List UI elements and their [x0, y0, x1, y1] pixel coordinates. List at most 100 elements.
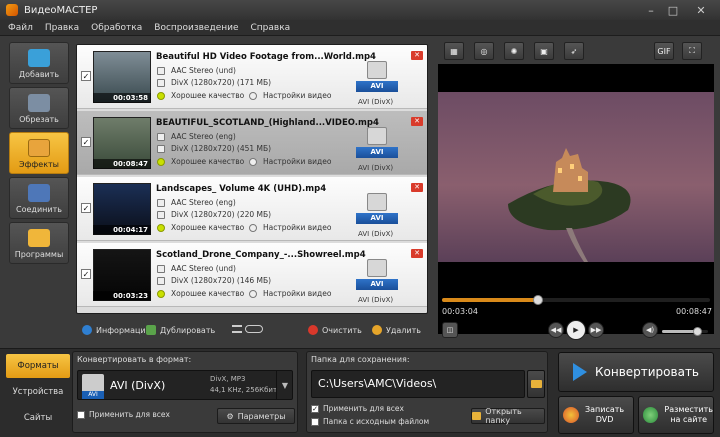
file-row[interactable]: ✓ 00:08:47 BEAUTIFUL_SCOTLAND_(Highland.…: [77, 111, 427, 175]
tab-formats[interactable]: Форматы: [6, 354, 70, 378]
volume-button[interactable]: ◀): [642, 322, 658, 338]
crop-tool-button[interactable]: ▦: [444, 42, 464, 60]
parameters-button[interactable]: ⚙ Параметры: [217, 408, 295, 424]
source-folder-checkbox[interactable]: Папка с исходным файлом: [311, 417, 429, 426]
menu-processing[interactable]: Обработка: [91, 23, 142, 33]
gif-button[interactable]: GIF: [654, 42, 674, 60]
window-title: ВидеоМАСТЕР: [24, 4, 98, 16]
file-checkbox[interactable]: ✓: [81, 137, 91, 147]
remove-file-button[interactable]: ✕: [411, 117, 423, 126]
convert-button[interactable]: Конвертировать: [558, 352, 714, 392]
convert-label: Конвертировать: [594, 365, 699, 379]
file-name: Landscapes_ Volume 4K (UHD).mp4: [156, 184, 327, 194]
sidebar-trim-button[interactable]: Обрезать: [9, 87, 69, 129]
info-button[interactable]: Информация: [82, 325, 150, 335]
publish-button[interactable]: Разместить на сайте: [638, 396, 714, 434]
format-badge: AVI: [356, 81, 398, 92]
video-settings-link[interactable]: Настройки видео: [249, 157, 331, 166]
remove-file-button[interactable]: ✕: [411, 183, 423, 192]
apply-all-format-checkbox[interactable]: Применить для всех: [77, 410, 170, 419]
next-button[interactable]: ▶▶: [588, 322, 604, 338]
sidebar-add-button[interactable]: Добавить: [9, 42, 69, 84]
brightness-tool-button[interactable]: ✺: [504, 42, 524, 60]
next-icon: ▶▶: [590, 326, 602, 334]
format-selector[interactable]: AVI AVI (DivX) DivX, MP3 44,1 KHz, 256Кб…: [77, 370, 293, 400]
format-button[interactable]: AVI: [356, 193, 398, 229]
menu-file[interactable]: Файл: [8, 23, 33, 33]
sidebar-item-label: Эффекты: [19, 160, 59, 169]
rotate-tool-button[interactable]: ◎: [474, 42, 494, 60]
sidebar-programs-button[interactable]: Программы: [9, 222, 69, 264]
close-button[interactable]: ✕: [690, 0, 712, 20]
sidebar-effects-button[interactable]: Эффекты: [9, 132, 69, 174]
apply-all-folder-checkbox[interactable]: ✓ Применить для всех: [311, 404, 404, 413]
stabilize-tool-button[interactable]: ▣: [534, 42, 554, 60]
file-audio: AAC Stereo (und): [157, 66, 236, 75]
sidebar-join-button[interactable]: Соединить: [9, 177, 69, 219]
video-label: DivX (1280x720) (220 МБ): [171, 210, 272, 219]
burn-dvd-button[interactable]: Записать DVD: [558, 396, 634, 434]
previous-button[interactable]: ◀◀: [548, 322, 564, 338]
maximize-button[interactable]: □: [662, 0, 684, 20]
volume-handle[interactable]: [692, 327, 702, 336]
save-folder-panel: Папка для сохранения: C:\Users\AMC\Video…: [306, 351, 548, 433]
format-button[interactable]: AVI: [356, 61, 398, 97]
file-row[interactable]: ✓ 00:04:17 Landscapes_ Volume 4K (UHD).m…: [77, 177, 427, 241]
list-toolbar: Информация Дублировать Очистить Удалить: [76, 322, 428, 342]
apply-all-label: Применить для всех: [89, 410, 170, 419]
file-quality[interactable]: Хорошее качество: [157, 157, 244, 166]
fullscreen-button[interactable]: ⛶: [682, 42, 702, 60]
format-badge: AVI: [356, 147, 398, 158]
file-row[interactable]: ✓ 00:03:23 Scotland_Drone_Company_-...Sh…: [77, 243, 427, 307]
file-checkbox[interactable]: ✓: [81, 203, 91, 213]
format-panel: Конвертировать в формат: AVI AVI (DivX) …: [72, 351, 298, 433]
video-preview[interactable]: [438, 64, 714, 334]
audio-icon: [157, 66, 165, 75]
remove-file-button[interactable]: ✕: [411, 249, 423, 258]
duplicate-button[interactable]: Дублировать: [146, 325, 215, 335]
view-toggle[interactable]: [232, 325, 263, 333]
current-time: 00:03:04: [442, 307, 478, 316]
format-button[interactable]: AVI: [356, 127, 398, 163]
video-settings-link[interactable]: Настройки видео: [249, 223, 331, 232]
snapshot-icon: ◫: [446, 326, 454, 334]
menu-playback[interactable]: Воспроизведение: [154, 23, 238, 33]
file-quality[interactable]: Хорошее качество: [157, 289, 244, 298]
file-row[interactable]: ✓ 00:03:58 Beautiful HD Video Footage fr…: [77, 45, 427, 109]
file-quality[interactable]: Хорошее качество: [157, 223, 244, 232]
crop-icon: ▦: [450, 46, 458, 56]
delete-button[interactable]: Удалить: [372, 325, 421, 335]
add-film-icon: [28, 49, 50, 67]
speed-icon: ➶: [570, 46, 578, 56]
file-checkbox[interactable]: ✓: [81, 269, 91, 279]
video-settings-link[interactable]: Настройки видео: [249, 91, 331, 100]
camera-icon: [367, 193, 387, 211]
quality-label: Хорошее качество: [171, 91, 245, 100]
play-button[interactable]: ▶: [566, 320, 586, 340]
toggle-switch-icon: [245, 325, 263, 333]
play-icon: ▶: [573, 326, 579, 334]
browse-folder-button[interactable]: [527, 370, 545, 398]
file-quality[interactable]: Хорошее качество: [157, 91, 244, 100]
speed-tool-button[interactable]: ➶: [564, 42, 584, 60]
menu-help[interactable]: Справка: [251, 23, 291, 33]
volume-slider[interactable]: [662, 327, 708, 336]
format-button[interactable]: AVI: [356, 259, 398, 295]
menu-edit[interactable]: Правка: [45, 23, 79, 33]
tab-devices[interactable]: Устройства: [6, 380, 70, 404]
minimize-button[interactable]: –: [640, 0, 662, 20]
settings-label: Настройки видео: [263, 223, 332, 232]
checkbox-box: [311, 418, 319, 426]
video-settings-link[interactable]: Настройки видео: [249, 289, 331, 298]
snapshot-button[interactable]: ◫: [442, 322, 458, 338]
preview-panel: ▦ ◎ ✺ ▣ ➶ GIF ⛶: [436, 40, 714, 340]
open-folder-button[interactable]: Открыть папку: [471, 407, 545, 425]
format-dropdown-button[interactable]: ▼: [276, 371, 293, 399]
previous-icon: ◀◀: [550, 326, 562, 334]
seek-bar[interactable]: [442, 295, 710, 305]
save-path-field[interactable]: C:\Users\AMC\Videos\: [311, 370, 525, 398]
clear-button[interactable]: Очистить: [308, 325, 362, 335]
tab-sites[interactable]: Сайты: [6, 406, 70, 430]
file-checkbox[interactable]: ✓: [81, 71, 91, 81]
remove-file-button[interactable]: ✕: [411, 51, 423, 60]
